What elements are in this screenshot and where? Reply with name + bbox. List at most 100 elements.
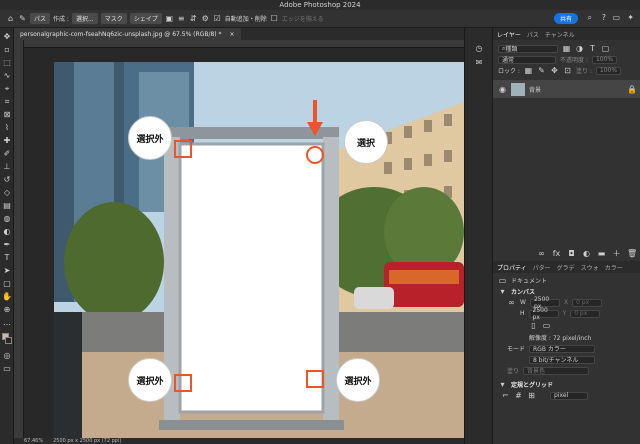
adjustment-icon[interactable]: ◐ xyxy=(582,249,591,258)
gear-icon[interactable]: ⚙ xyxy=(201,14,210,23)
shape-button[interactable]: シェイプ xyxy=(129,13,162,24)
tab-gradients[interactable]: グラデ xyxy=(557,263,575,272)
object-select-icon[interactable]: ⌖ xyxy=(2,84,12,94)
filter-adjust-icon[interactable]: ◑ xyxy=(575,44,584,53)
dodge-tool-icon[interactable]: ◐ xyxy=(2,227,12,237)
canvas-fill-select[interactable]: 背景色 xyxy=(523,366,590,375)
history-icon[interactable]: ◷ xyxy=(474,44,484,54)
opacity-field[interactable]: 100% xyxy=(591,55,618,64)
marquee-tool-icon[interactable]: ⬚ xyxy=(2,58,12,68)
width-label: W xyxy=(520,299,526,306)
select-button[interactable]: 選択... xyxy=(71,13,98,24)
x-field[interactable]: 0 px xyxy=(572,298,603,307)
folder-icon[interactable]: ▬ xyxy=(597,249,606,258)
fill-field[interactable]: 100% xyxy=(595,66,622,75)
path-ops-icon[interactable]: ▣ xyxy=(165,14,174,23)
photo-canvas[interactable] xyxy=(54,62,464,438)
align-edges-checkbox[interactable]: ☐ xyxy=(270,14,279,23)
vertical-ruler[interactable] xyxy=(14,40,24,438)
help-icon[interactable]: ? xyxy=(602,13,606,22)
height-field[interactable]: 2500 px xyxy=(528,307,559,321)
new-layer-icon[interactable]: ＋ xyxy=(612,249,621,258)
pen-tool-icon-side[interactable]: ✒ xyxy=(2,240,12,250)
filter-shape-icon[interactable]: ▢ xyxy=(601,44,610,53)
link-icon[interactable]: ∞ xyxy=(537,249,546,258)
tab-properties[interactable]: プロパティ xyxy=(497,263,527,272)
healing-brush-icon[interactable]: ✚ xyxy=(2,136,12,146)
fx-icon[interactable]: fx xyxy=(552,249,561,258)
discover-icon[interactable]: ✦ xyxy=(627,13,634,22)
zoom-tool-icon[interactable]: ⊕ xyxy=(2,305,12,315)
quick-mask-icon[interactable]: ◎ xyxy=(2,351,12,361)
lock-all-icon[interactable]: ⊡ xyxy=(563,66,572,75)
arrange-icon[interactable]: ⇵ xyxy=(189,14,198,23)
background-color-swatch[interactable] xyxy=(5,337,12,344)
portrait-orientation-icon[interactable]: ▯ xyxy=(529,321,538,330)
layer-kind-filter[interactable]: ⌕ 種類 xyxy=(498,44,558,53)
document-tab[interactable]: personalgraphic-com-fseahNq6zic-unsplash… xyxy=(14,28,241,40)
hand-tool-icon[interactable]: ✋ xyxy=(2,292,12,302)
blend-mode-select[interactable]: 通常 xyxy=(498,55,556,64)
lock-pixels-icon[interactable]: ▦ xyxy=(524,66,533,75)
horizontal-ruler[interactable] xyxy=(24,40,464,48)
landscape-orientation-icon[interactable]: ▭ xyxy=(542,321,551,330)
chevron-down-icon[interactable]: ▾ xyxy=(498,380,507,389)
filter-pixel-icon[interactable]: ▦ xyxy=(562,44,571,53)
crop-tool-icon[interactable]: ⌗ xyxy=(2,97,12,107)
chevron-down-icon[interactable]: ▾ xyxy=(498,287,507,296)
color-mode-select[interactable]: RGB カラー xyxy=(529,344,596,353)
tab-paths[interactable]: パス xyxy=(527,30,539,39)
mask-icon[interactable]: ◘ xyxy=(567,249,576,258)
frame-tool-icon[interactable]: ⊠ xyxy=(2,110,12,120)
lock-move-icon[interactable]: ✥ xyxy=(550,66,559,75)
width-field[interactable]: 2500 px xyxy=(529,296,560,310)
tab-layers[interactable]: レイヤー xyxy=(497,30,521,39)
move-tool-icon[interactable]: ✥ xyxy=(2,32,12,42)
gradient-tool-icon[interactable]: ▤ xyxy=(2,201,12,211)
tab-channels[interactable]: チャンネル xyxy=(545,30,575,39)
trash-icon[interactable]: 🗑 xyxy=(627,249,637,258)
share-button[interactable]: 共有 xyxy=(553,13,578,24)
stamp-tool-icon[interactable]: ⊥ xyxy=(2,162,12,172)
canvas-fill-label: 塗り xyxy=(507,368,520,375)
lock-paint-icon[interactable]: ✎ xyxy=(537,66,546,75)
tab-patterns[interactable]: パター xyxy=(533,263,551,272)
ruler-icon[interactable]: ⌐ xyxy=(501,391,510,400)
y-field[interactable]: 0 px xyxy=(570,309,601,318)
comments-icon[interactable]: ✉ xyxy=(474,58,484,68)
layer-row[interactable]: ◉ 背景 🔒 xyxy=(493,80,640,98)
blur-tool-icon[interactable]: ◍ xyxy=(2,214,12,224)
home-icon[interactable]: ⌂ xyxy=(6,14,15,23)
search-icon[interactable]: ⌕ xyxy=(588,13,592,23)
brush-tool-icon[interactable]: ✐ xyxy=(2,149,12,159)
canvas-area[interactable]: 選択外 選択 選択外 選択外 xyxy=(24,48,464,438)
filter-type-icon[interactable]: T xyxy=(588,44,597,53)
path-align-icon[interactable]: ≡ xyxy=(177,14,186,23)
path-select-icon[interactable]: ➤ xyxy=(2,266,12,276)
eraser-tool-icon[interactable]: ◇ xyxy=(2,188,12,198)
pen-tool-icon[interactable]: ✎ xyxy=(18,14,27,23)
guides-icon[interactable]: ⊞ xyxy=(527,391,536,400)
more-tools-icon[interactable]: … xyxy=(2,318,12,328)
artboard-tool-icon[interactable]: ▫ xyxy=(2,45,12,55)
eye-icon[interactable]: ◉ xyxy=(498,85,507,94)
history-brush-icon[interactable]: ↺ xyxy=(2,175,12,185)
grid-unit-select[interactable]: pixel xyxy=(550,391,588,400)
grid-icon[interactable]: # xyxy=(514,391,523,400)
type-tool-icon[interactable]: T xyxy=(2,253,12,263)
lasso-tool-icon[interactable]: ∿ xyxy=(2,71,12,81)
document-label: ドキュメント xyxy=(511,278,548,285)
shape-tool-icon[interactable]: ▢ xyxy=(2,279,12,289)
screen-mode-icon[interactable]: ▭ xyxy=(2,364,12,374)
link-dimensions-icon[interactable]: ∞ xyxy=(507,298,516,307)
tab-color[interactable]: カラー xyxy=(605,263,623,272)
eyedropper-icon[interactable]: ⌇ xyxy=(2,123,12,133)
mask-button[interactable]: マスク xyxy=(100,13,127,24)
tab-swatches[interactable]: スウォ xyxy=(581,263,599,272)
zoom-level[interactable]: 67.46% xyxy=(24,438,43,444)
auto-add-checkbox[interactable]: ☑ xyxy=(213,14,222,23)
close-icon[interactable]: × xyxy=(230,31,235,38)
workspace-icon[interactable]: ▭ xyxy=(612,13,620,22)
mode-dropdown[interactable]: パス xyxy=(30,13,51,24)
bit-depth-select[interactable]: 8 bit/チャンネル xyxy=(529,355,595,364)
